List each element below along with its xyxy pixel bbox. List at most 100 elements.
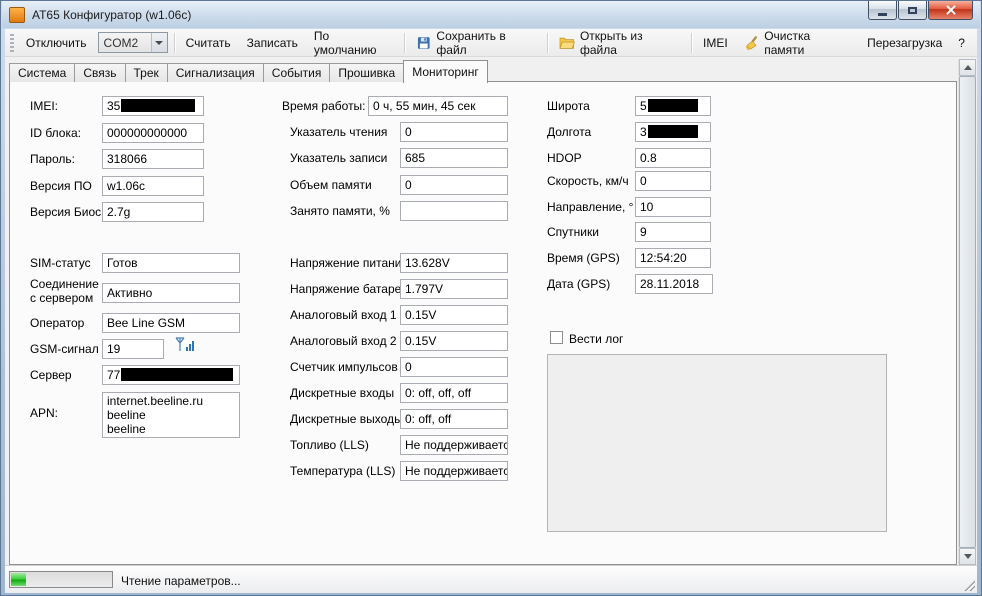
- temperature-lls-label: Температура (LLS): [290, 464, 395, 478]
- read-pointer-field[interactable]: 0: [400, 122, 508, 142]
- satellites-label: Спутники: [547, 225, 599, 239]
- apn-label: APN:: [30, 406, 58, 420]
- save-to-file-button[interactable]: Сохранить в файл: [408, 24, 545, 62]
- reboot-button[interactable]: Перезагрузка: [859, 31, 950, 55]
- discrete-inputs-label: Дискретные входы: [290, 386, 394, 400]
- tab-trek[interactable]: Трек: [125, 63, 168, 82]
- tab-signalizaciya[interactable]: Сигнализация: [167, 63, 264, 82]
- password-label: Пароль:: [30, 152, 75, 166]
- scroll-up-button[interactable]: [959, 59, 976, 76]
- analog-input-2-field[interactable]: 0.15V: [400, 331, 508, 351]
- memory-used-field[interactable]: [400, 201, 508, 221]
- fuel-lls-label: Топливо (LLS): [290, 438, 369, 452]
- tab-proshivka[interactable]: Прошивка: [329, 63, 404, 82]
- minimize-button[interactable]: [868, 1, 897, 20]
- supply-voltage-field[interactable]: 13.628V: [400, 253, 508, 273]
- write-pointer-field[interactable]: 685: [400, 148, 508, 168]
- server-field[interactable]: 77: [102, 365, 240, 385]
- scroll-down-button[interactable]: [959, 548, 976, 565]
- redaction-bar: [648, 99, 698, 112]
- hdop-field[interactable]: 0.8: [635, 148, 711, 168]
- maximize-icon: [908, 7, 917, 14]
- write-button[interactable]: Записать: [239, 31, 306, 55]
- help-button[interactable]: ?: [950, 31, 973, 55]
- toolbar-separator: [174, 33, 175, 53]
- server-connection-field[interactable]: Активно: [102, 283, 240, 303]
- gps-time-field[interactable]: 12:54:20: [635, 248, 711, 268]
- analog-input-1-field[interactable]: 0.15V: [400, 305, 508, 325]
- folder-icon: [559, 35, 575, 51]
- toolbar-separator: [691, 33, 692, 53]
- apn-field[interactable]: internet.beeline.ru beeline beeline: [102, 392, 240, 438]
- tab-monitoring[interactable]: Мониторинг: [403, 60, 488, 83]
- status-bar: Чтение параметров...: [5, 565, 977, 593]
- pulse-counter-label: Счетчик импульсов: [290, 360, 398, 374]
- maximize-button[interactable]: [898, 1, 927, 20]
- clear-memory-button[interactable]: Очистка памяти: [736, 24, 859, 62]
- redaction-bar: [121, 368, 233, 381]
- status-text: Чтение параметров...: [121, 574, 241, 588]
- password-field[interactable]: 318066: [102, 149, 204, 169]
- monitoring-page: IMEI: 35 ID блока: 000000000000 Пароль: …: [9, 81, 957, 565]
- pulse-counter-field[interactable]: 0: [400, 357, 508, 377]
- longitude-field[interactable]: 3: [635, 122, 711, 142]
- disconnect-button[interactable]: Отключить: [18, 31, 95, 55]
- longitude-label: Долгота: [547, 125, 591, 139]
- discrete-outputs-field[interactable]: 0: off, off: [400, 409, 508, 429]
- speed-field[interactable]: 0: [635, 171, 711, 191]
- progress-bar: [9, 571, 113, 588]
- app-icon: [9, 7, 25, 23]
- firmware-version-field[interactable]: w1.06c: [102, 176, 204, 196]
- resize-grip[interactable]: [962, 578, 975, 591]
- uptime-field[interactable]: 0 ч, 55 мин, 45 сек: [368, 96, 508, 116]
- tab-svyaz[interactable]: Связь: [74, 63, 125, 82]
- toolbar-separator: [404, 33, 405, 53]
- imei-field[interactable]: 35: [102, 96, 204, 116]
- toolbar: Отключить COM2 Считать Записать По умолч…: [5, 29, 977, 57]
- log-checkbox-label: Вести лог: [569, 332, 623, 346]
- operator-field[interactable]: Bee Line GSM: [102, 313, 240, 333]
- com-port-select[interactable]: COM2: [98, 32, 168, 53]
- close-button[interactable]: [928, 1, 973, 20]
- gps-date-field[interactable]: 28.11.2018: [635, 274, 713, 294]
- tab-sistema[interactable]: Система: [9, 63, 75, 82]
- bios-version-label: Версия Биос: [30, 205, 101, 219]
- read-pointer-label: Указатель чтения: [290, 125, 387, 139]
- bios-version-field[interactable]: 2.7g: [102, 202, 204, 222]
- toolbar-grip[interactable]: [10, 34, 14, 52]
- supply-voltage-label: Напряжение питания: [290, 256, 408, 270]
- satellites-field[interactable]: 9: [635, 222, 711, 242]
- discrete-inputs-field[interactable]: 0: off, off, off: [400, 383, 508, 403]
- course-label: Направление, °: [547, 200, 633, 214]
- analog-input-2-label: Аналоговый вход 2: [290, 334, 397, 348]
- imei-label: IMEI:: [30, 99, 58, 113]
- redaction-bar: [121, 99, 195, 112]
- window-title: АТ65 Конфигуратор (w1.06c): [32, 8, 191, 22]
- temperature-lls-field[interactable]: Не поддерживается: [400, 461, 508, 481]
- block-id-field[interactable]: 000000000000: [102, 123, 204, 143]
- uptime-label: Время работы:: [282, 99, 366, 113]
- scrollbar-thumb[interactable]: [959, 76, 976, 548]
- log-textarea[interactable]: [547, 354, 887, 532]
- imei-button[interactable]: IMEI: [695, 31, 736, 55]
- tab-strip: Система Связь Трек Сигнализация События …: [9, 60, 487, 82]
- tab-sobytiya[interactable]: События: [263, 63, 331, 82]
- fuel-lls-field[interactable]: Не поддерживается: [400, 435, 508, 455]
- progress-fill: [11, 573, 26, 586]
- read-button[interactable]: Считать: [178, 31, 239, 55]
- write-pointer-label: Указатель записи: [290, 151, 387, 165]
- sim-status-field[interactable]: Готов: [102, 253, 240, 273]
- gsm-signal-field[interactable]: 19: [102, 339, 164, 359]
- log-checkbox[interactable]: [550, 331, 563, 344]
- course-field[interactable]: 10: [635, 197, 711, 217]
- redaction-bar: [648, 125, 698, 138]
- vertical-scrollbar[interactable]: [958, 59, 975, 565]
- open-from-file-button[interactable]: Открыть из файла: [551, 24, 688, 62]
- defaults-button[interactable]: По умолчанию: [306, 24, 401, 62]
- battery-voltage-field[interactable]: 1.797V: [400, 279, 508, 299]
- memory-size-field[interactable]: 0: [400, 175, 508, 195]
- latitude-field[interactable]: 5: [635, 96, 711, 116]
- com-port-dropdown-button[interactable]: [151, 33, 167, 52]
- sim-status-label: SIM-статус: [30, 256, 91, 270]
- triangle-up-icon: [964, 65, 972, 70]
